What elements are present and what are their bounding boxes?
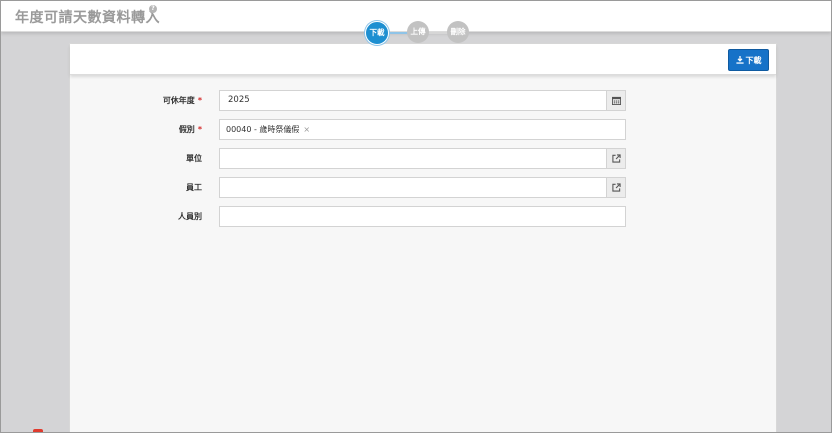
year-field[interactable]: 2025 — [219, 90, 626, 111]
help-icon[interactable]: ? — [149, 5, 157, 13]
step-indicator: 下載 上傳 刪除 — [365, 21, 475, 45]
employee-label: 員工 — [186, 183, 202, 192]
status-indicator — [33, 429, 43, 432]
leave-type-tag: 00040 - 歲時祭儀假 — [226, 125, 300, 134]
employee-picker-button[interactable] — [606, 177, 626, 198]
required-mark: * — [197, 125, 202, 134]
unit-field[interactable] — [219, 148, 626, 169]
panel-toolbar: 下載 — [70, 44, 776, 75]
step-upload[interactable]: 上傳 — [407, 21, 429, 43]
staff-type-field[interactable] — [219, 206, 626, 227]
open-external-icon — [611, 154, 621, 163]
step-delete[interactable]: 刪除 — [447, 21, 469, 43]
leave-type-row: 假別 * 00040 - 歲時祭儀假 × — [70, 119, 776, 141]
unit-picker-button[interactable] — [606, 148, 626, 169]
calendar-button[interactable] — [606, 90, 626, 111]
remove-tag-icon[interactable]: × — [303, 125, 310, 134]
open-external-icon — [611, 183, 621, 192]
step-download[interactable]: 下載 — [365, 21, 389, 45]
staff-type-label: 人員別 — [178, 212, 202, 221]
employee-row: 員工 — [70, 177, 776, 199]
download-button-label: 下載 — [745, 56, 762, 65]
unit-row: 單位 — [70, 148, 776, 170]
year-value: 2025 — [228, 95, 250, 105]
download-icon — [735, 55, 744, 64]
leave-type-label: 假別 * — [178, 125, 202, 134]
staff-type-row: 人員別 — [70, 206, 776, 228]
calendar-icon — [611, 96, 621, 105]
unit-label: 單位 — [186, 154, 202, 163]
step-connector — [427, 32, 449, 34]
page-title: 年度可請天數資料轉入 — [15, 10, 160, 26]
year-row: 可休年度 * 2025 — [70, 90, 776, 112]
leave-type-field[interactable]: 00040 - 歲時祭儀假 × — [219, 119, 626, 140]
app-window: 年度可請天數資料轉入 ? 下載 可休年度 * 2025 假別 * 00040 -… — [0, 0, 832, 433]
year-label: 可休年度 * — [162, 96, 202, 105]
employee-field[interactable] — [219, 177, 626, 198]
required-mark: * — [197, 96, 202, 105]
step-connector — [387, 32, 409, 34]
download-button[interactable]: 下載 — [728, 49, 769, 71]
main-panel: 下載 可休年度 * 2025 假別 * 00040 - 歲時祭儀假 × 單位 員… — [69, 43, 777, 432]
